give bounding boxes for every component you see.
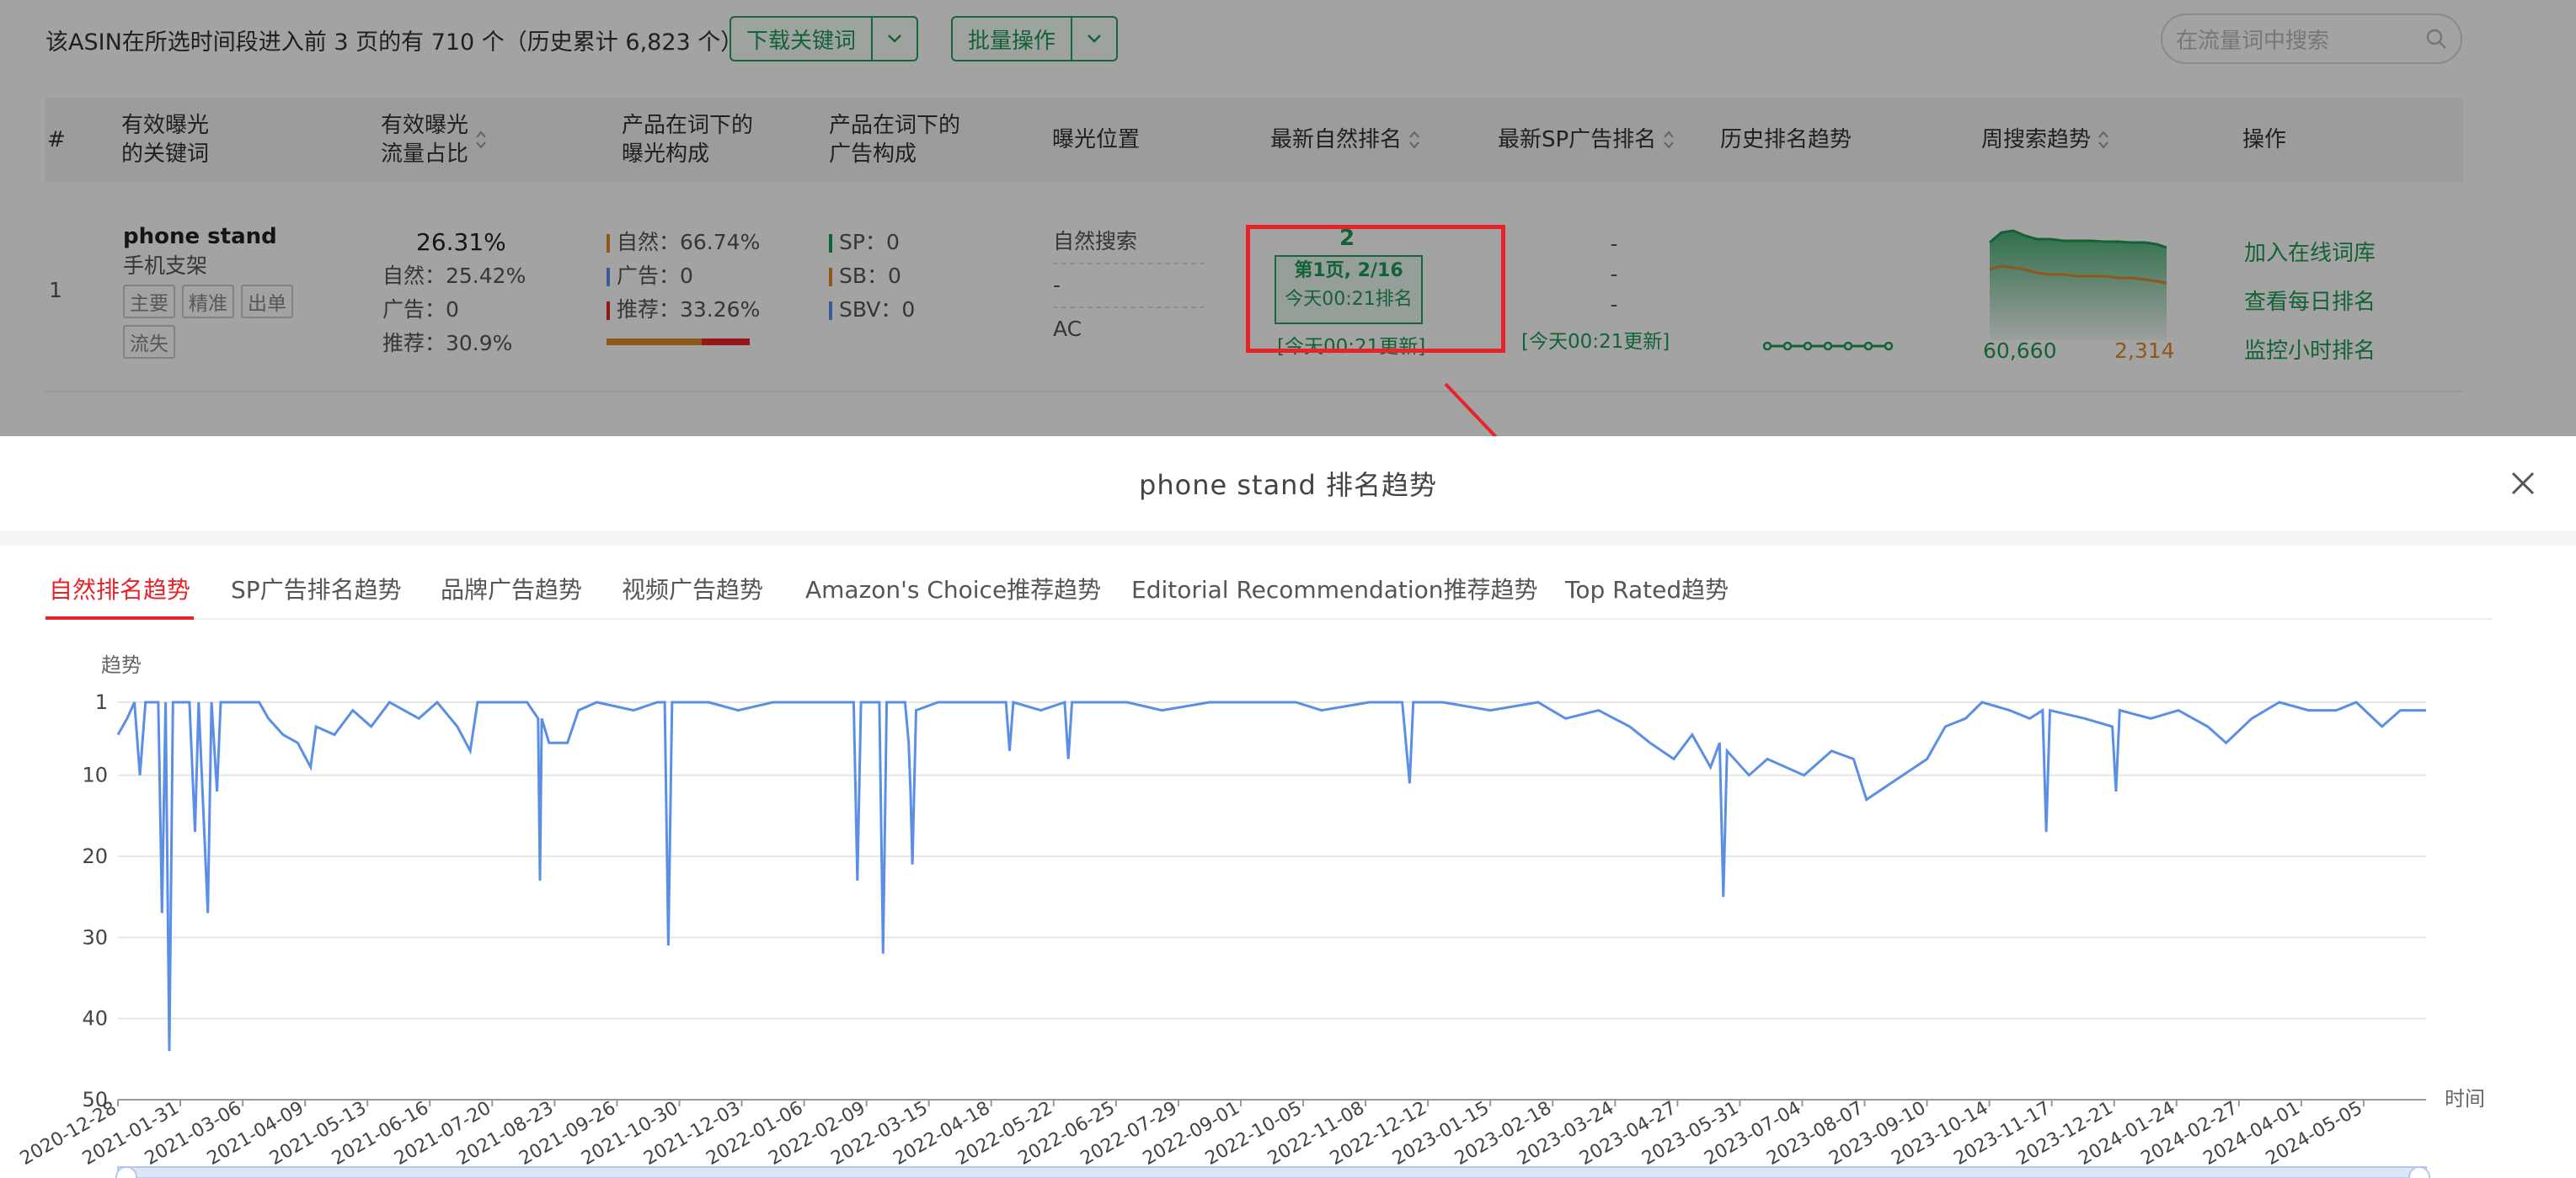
tab-sp-ad-rank[interactable]: SP广告排名趋势 — [231, 561, 402, 620]
sort-icon[interactable] — [2098, 130, 2109, 150]
col-keyword: 有效曝光 的关键词 — [121, 113, 210, 167]
highlight-box — [1246, 225, 1505, 353]
col-index: # — [47, 127, 66, 152]
ad-sb: SB：0 — [839, 264, 901, 288]
sp-rank-updated: [今天00:21更新] — [1521, 331, 1670, 353]
weekly-search-rank: 2,314 — [2114, 338, 2175, 363]
rank-trend-chart[interactable]: 趋势 时间 11020304050 2020-12-282021-01-3120… — [0, 623, 2576, 1178]
keyword-table-page: 该ASIN在所选时间段进入前 3 页的有 710 个（历史累计 6,823 个）… — [0, 0, 2576, 436]
y-tick-label: 40 — [82, 1007, 108, 1031]
sort-icon[interactable] — [475, 130, 487, 150]
y-axis: 11020304050 — [82, 690, 108, 1111]
tab-natural-rank[interactable]: 自然排名趋势 — [49, 561, 190, 620]
tab-editorial-recommendation[interactable]: Editorial Recommendation推荐趋势 — [1131, 561, 1538, 620]
ad-sbv: SBV：0 — [839, 297, 916, 322]
chevron-down-icon[interactable] — [1072, 18, 1116, 60]
tab-brand-ad[interactable]: 品牌广告趋势 — [441, 561, 582, 620]
download-keywords-label[interactable]: 下载关键词 — [731, 18, 874, 60]
batch-operations-button[interactable]: 批量操作 — [951, 16, 1119, 61]
sp-rank-cell: - - - — [1589, 229, 1639, 320]
download-keywords-button[interactable]: 下载关键词 — [730, 16, 919, 61]
col-ad-composition: 产品在词下的 广告构成 — [829, 113, 961, 167]
traffic-share-value: 26.31% — [416, 228, 506, 256]
exposure-natural: 自然：66.74% — [617, 230, 761, 254]
zoom-slider[interactable] — [115, 1166, 2430, 1178]
traffic-share-natural: 自然：25.42% — [382, 264, 526, 288]
modal-divider — [0, 530, 2576, 546]
history-sparkline[interactable] — [1762, 333, 1897, 359]
y-tick-label: 20 — [82, 845, 108, 868]
chevron-down-icon[interactable] — [873, 18, 917, 60]
col-traffic-share-label[interactable]: 有效曝光 流量占比 — [381, 111, 468, 168]
search-placeholder[interactable]: 在流量词中搜索 — [2176, 24, 2425, 55]
col-natural-rank-label[interactable]: 最新自然排名 — [1270, 125, 1402, 154]
x-axis-label: 时间 — [2445, 1087, 2485, 1111]
weekly-search-sparkline[interactable] — [1983, 214, 2177, 340]
col-weekly-trend[interactable]: 周搜索趋势 — [1981, 98, 2109, 182]
col-exposure: 产品在词下的 曝光构成 — [622, 113, 754, 167]
chart-series — [116, 700, 2426, 1052]
position-ac: AC — [1053, 317, 1082, 341]
position-2: - — [1053, 273, 1061, 297]
modal-title: phone stand 排名趋势 — [1139, 469, 1437, 501]
keyword-search-input[interactable]: 在流量词中搜索 — [2161, 13, 2462, 64]
tag-order: 出单 — [241, 285, 293, 318]
keyword-cell: phone stand 手机支架 主要 精准 出单 流失 — [123, 224, 300, 359]
y-tick-label: 30 — [82, 925, 108, 949]
tag-main: 主要 — [123, 285, 175, 318]
y-tick-label: 10 — [82, 764, 108, 787]
exposure-ad: 广告：0 — [617, 264, 693, 288]
y-tick-label: 1 — [95, 690, 108, 714]
exposure-bar — [607, 338, 750, 345]
col-natural-rank[interactable]: 最新自然排名 — [1270, 98, 1420, 182]
y-axis-label: 趋势 — [101, 653, 142, 677]
sp-rank-1: - — [1610, 232, 1618, 256]
ad-composition-cell: SP：0 SB：0 SBV：0 — [829, 226, 915, 327]
col-position: 曝光位置 — [1052, 127, 1141, 152]
traffic-share-recommend: 推荐：30.9% — [382, 331, 513, 355]
chart-grid — [118, 701, 2426, 1101]
col-sp-rank-label[interactable]: 最新SP广告排名 — [1498, 125, 1656, 154]
weekly-search-volume: 60,660 — [1983, 338, 2057, 363]
exposure-cell: 自然：66.74% 广告：0 推荐：33.26% — [607, 226, 760, 345]
sort-icon[interactable] — [1663, 130, 1675, 150]
col-history-trend: 历史排名趋势 — [1720, 127, 1852, 152]
tab-top-rated[interactable]: Top Rated趋势 — [1565, 561, 1729, 620]
x-axis: 2020-12-282021-01-312021-03-062021-04-09… — [17, 1098, 2366, 1170]
col-traffic-share[interactable]: 有效曝光 流量占比 — [381, 98, 487, 182]
tag-lost: 流失 — [123, 325, 175, 359]
actions-cell: 加入在线词库 查看每日排名 监控小时排名 — [2244, 229, 2376, 376]
batch-operations-label[interactable]: 批量操作 — [953, 18, 1073, 60]
active-tab-indicator — [45, 616, 194, 620]
natural-rank-line — [116, 700, 2426, 1052]
exposure-recommend: 推荐：33.26% — [617, 297, 761, 322]
col-sp-rank[interactable]: 最新SP广告排名 — [1498, 98, 1675, 182]
keyword-text[interactable]: phone stand — [123, 224, 300, 249]
trend-tabs: 自然排名趋势 SP广告排名趋势 品牌广告趋势 视频广告趋势 Amazon's C… — [45, 561, 2492, 620]
table-header: # 有效曝光 的关键词 有效曝光 流量占比 产品在词下的 曝光构成 产品在词下的… — [45, 98, 2463, 182]
sort-icon[interactable] — [1408, 130, 1420, 150]
position-cell: 自然搜索 - AC — [1053, 226, 1205, 345]
col-actions: 操作 — [2242, 127, 2287, 152]
sp-rank-3: - — [1610, 292, 1618, 317]
monitor-hourly-rank-link[interactable]: 监控小时排名 — [2244, 327, 2376, 376]
asin-summary-text: 该ASIN在所选时间段进入前 3 页的有 710 个（历史累计 6,823 个） — [45, 29, 744, 56]
row-index: 1 — [49, 278, 62, 302]
sp-rank-2: - — [1610, 262, 1618, 286]
traffic-share-ad: 广告：0 — [382, 297, 459, 322]
add-to-library-link[interactable]: 加入在线词库 — [2244, 229, 2376, 278]
keyword-translation: 手机支架 — [123, 253, 208, 278]
position-natural: 自然搜索 — [1053, 229, 1138, 253]
search-icon[interactable] — [2425, 28, 2447, 50]
tab-video-ad[interactable]: 视频广告趋势 — [622, 561, 763, 620]
tab-amazons-choice[interactable]: Amazon's Choice推荐趋势 — [805, 561, 1101, 620]
traffic-share-cell: 26.31% 自然：25.42% 广告：0 推荐：30.9% — [382, 226, 526, 360]
ad-sp: SP：0 — [839, 230, 900, 254]
col-weekly-trend-label[interactable]: 周搜索趋势 — [1981, 125, 2091, 154]
tag-exact: 精准 — [182, 285, 234, 318]
close-icon[interactable] — [2506, 466, 2540, 500]
view-daily-rank-link[interactable]: 查看每日排名 — [2244, 278, 2376, 327]
